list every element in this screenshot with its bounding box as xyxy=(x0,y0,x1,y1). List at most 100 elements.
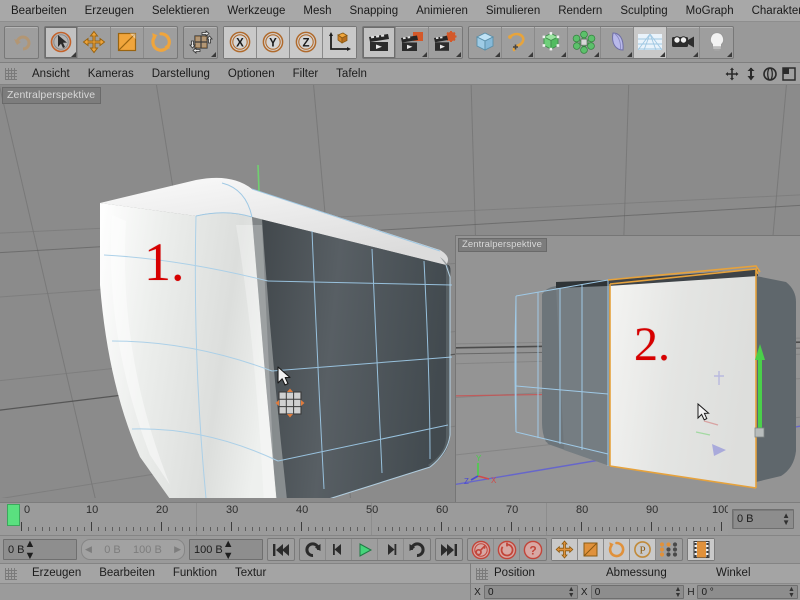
material-swatch-area[interactable] xyxy=(0,584,470,600)
environment-button[interactable] xyxy=(601,26,634,58)
range-left-arrow-icon[interactable]: ◀ xyxy=(85,544,92,555)
live-selection-button[interactable] xyxy=(45,26,78,58)
world-object-axis-button[interactable] xyxy=(323,26,356,58)
undo-button[interactable] xyxy=(5,27,38,58)
panel-grip-icon[interactable] xyxy=(5,567,17,580)
timeline-playhead[interactable] xyxy=(7,504,20,526)
stepper-arrows-icon[interactable]: ▲ ▼ xyxy=(782,512,790,527)
light-button[interactable] xyxy=(700,27,733,58)
preview-range-slider[interactable]: ◀ 0 B 100 B ▶ xyxy=(81,539,185,560)
menu-item-simulieren[interactable]: Simulieren xyxy=(477,0,549,21)
viewport-menu-optionen[interactable]: Optionen xyxy=(219,63,284,85)
stepper-arrows-icon[interactable]: ▲ ▼ xyxy=(675,586,682,599)
rotate-tool-button[interactable] xyxy=(144,27,177,58)
previous-key-button[interactable] xyxy=(300,539,326,560)
animation-start-field[interactable]: 0 B ▲ ▼ xyxy=(3,538,77,562)
main-viewport[interactable]: X Y Z Zentralperspektive 1. xyxy=(0,85,800,502)
menu-item-werkzeuge[interactable]: Werkzeuge xyxy=(218,0,294,21)
menu-item-mesh[interactable]: Mesh xyxy=(294,0,340,21)
dolly-icon[interactable] xyxy=(743,67,758,82)
scale-tool-button[interactable] xyxy=(111,26,144,58)
menu-item-sculpting[interactable]: Sculpting xyxy=(611,0,676,21)
render-settings-button[interactable] xyxy=(429,27,462,58)
viewport-menu-filter[interactable]: Filter xyxy=(284,63,328,85)
key-rotation-icon xyxy=(608,541,625,558)
floor-button[interactable] xyxy=(634,26,667,58)
deformer-button[interactable] xyxy=(568,26,601,58)
panel-grip-icon[interactable] xyxy=(476,567,488,580)
inset-viewport[interactable]: X Y Z 0 xyxy=(455,235,800,502)
material-menu-erzeugen[interactable]: Erzeugen xyxy=(23,563,90,584)
svg-text:Z: Z xyxy=(464,477,469,486)
key-rotation-button[interactable] xyxy=(604,539,630,560)
magnet-tool-button[interactable] xyxy=(184,27,217,58)
inset-3d-scene: X Y Z 0 xyxy=(456,236,800,502)
stepper-arrows-icon[interactable]: ▲ ▼ xyxy=(788,586,795,599)
key-pla-button[interactable] xyxy=(656,539,682,560)
range-min-value: 0 B xyxy=(104,543,121,556)
axis-y-button[interactable]: Y xyxy=(257,26,290,58)
material-menu-textur[interactable]: Textur xyxy=(226,563,275,584)
camera-button[interactable] xyxy=(667,26,700,58)
size-x-field[interactable]: 0 ▲ ▼ xyxy=(590,585,685,599)
step-back-button[interactable] xyxy=(326,539,352,560)
viewport-menu-darstellung[interactable]: Darstellung xyxy=(143,63,219,85)
inset-viewport-label[interactable]: Zentralperspektive xyxy=(458,238,547,252)
rotation-h-field[interactable]: 0 ° ▲ ▼ xyxy=(697,585,798,599)
timeline-label-30: 30 xyxy=(226,504,239,516)
material-menu-funktion[interactable]: Funktion xyxy=(164,563,226,584)
axis-z-button[interactable]: Z xyxy=(290,26,323,58)
viewport-menu-kameras[interactable]: Kameras xyxy=(79,63,143,85)
render-settings-icon xyxy=(434,31,457,51)
material-menu-bearbeiten[interactable]: Bearbeiten xyxy=(90,563,164,584)
menu-item-animieren[interactable]: Animieren xyxy=(407,0,477,21)
key-position-button[interactable] xyxy=(552,539,578,560)
stepper-arrows-icon[interactable]: ▲ ▼ xyxy=(25,538,36,562)
range-right-arrow-icon[interactable]: ▶ xyxy=(174,544,181,555)
orbit-icon[interactable] xyxy=(762,67,777,82)
menu-item-erzeugen[interactable]: Erzeugen xyxy=(76,0,143,21)
key-param-button[interactable]: P xyxy=(630,539,656,560)
generator-button[interactable] xyxy=(535,26,568,58)
keyframe-help-button[interactable]: ? xyxy=(520,539,546,560)
panel-grip-icon[interactable] xyxy=(5,67,17,80)
maximize-view-icon[interactable] xyxy=(781,67,796,82)
pan-icon[interactable] xyxy=(724,67,739,82)
cube-primitive-button[interactable] xyxy=(469,26,502,58)
render-picture-viewer-button[interactable] xyxy=(396,26,429,58)
record-key-button[interactable] xyxy=(468,539,494,560)
menu-item-mograph[interactable]: MoGraph xyxy=(677,0,743,21)
step-forward-button[interactable] xyxy=(378,539,404,560)
coordinates-header-bar: Position Abmessung Winkel xyxy=(471,563,800,584)
animation-end-field[interactable]: 100 B ▲ ▼ xyxy=(189,538,263,562)
axis-x-button[interactable]: X xyxy=(224,26,257,58)
go-to-start-button[interactable] xyxy=(268,539,294,560)
menu-item-charakter[interactable]: Charakter xyxy=(743,0,800,21)
menu-item-bearbeiten[interactable]: Bearbeiten xyxy=(0,0,76,21)
current-frame-field[interactable]: 0 B ▲ ▼ xyxy=(732,509,794,529)
stepper-arrows-icon[interactable]: ▲ ▼ xyxy=(568,586,575,599)
menu-item-snapping[interactable]: Snapping xyxy=(341,0,408,21)
rotate-icon xyxy=(150,32,171,52)
render-view-button[interactable] xyxy=(363,26,396,58)
key-scale-button[interactable] xyxy=(578,539,604,560)
viewport-menu-ansicht[interactable]: Ansicht xyxy=(23,63,79,85)
play-button[interactable] xyxy=(352,539,378,560)
filmstrip-button[interactable] xyxy=(688,539,714,560)
viewport-menu-tafeln[interactable]: Tafeln xyxy=(327,63,376,85)
timeline-ruler[interactable]: 0 10 20 30 40 50 60 70 80 90 100 xyxy=(0,503,728,535)
move-tool-button[interactable] xyxy=(78,26,111,58)
viewport-label[interactable]: Zentralperspektive xyxy=(2,87,102,104)
autokey-button[interactable] xyxy=(494,539,520,560)
transport-bar: 0 B ▲ ▼ ◀ 0 B 100 B ▶ 100 B ▲ ▼ ? P xyxy=(0,535,800,563)
position-x-field[interactable]: 0 ▲ ▼ xyxy=(484,585,578,599)
go-to-end-button[interactable] xyxy=(436,539,462,560)
menu-item-selektieren[interactable]: Selektieren xyxy=(143,0,219,21)
keyframe-help-icon: ? xyxy=(523,540,543,559)
transport-group-filmstrip xyxy=(687,538,715,561)
menu-item-rendern[interactable]: Rendern xyxy=(549,0,611,21)
axis-y-icon: Y xyxy=(262,31,284,53)
next-key-button[interactable] xyxy=(404,539,430,560)
stepper-arrows-icon[interactable]: ▲ ▼ xyxy=(223,538,234,562)
spline-button[interactable] xyxy=(502,26,535,58)
